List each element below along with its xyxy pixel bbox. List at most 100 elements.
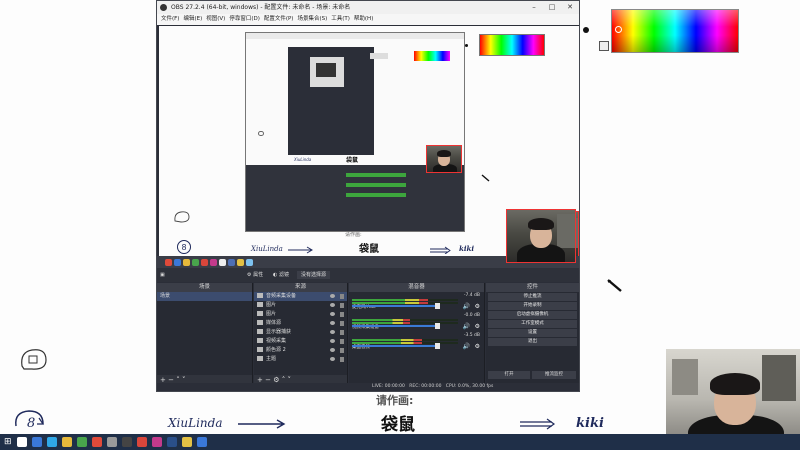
source-item[interactable]: 颜色源 2 bbox=[254, 346, 347, 355]
app-icon[interactable] bbox=[183, 258, 190, 266]
start-icon[interactable]: ⊞ bbox=[4, 437, 12, 447]
controls-dock: 控件 停止推流 开始录制 启动虚拟摄像机 工作室模式 设置 退出 打开 推流监控 bbox=[486, 283, 579, 385]
app-icon[interactable] bbox=[219, 258, 226, 266]
lock-icon bbox=[340, 321, 344, 326]
board-caption: 请作画: bbox=[376, 394, 414, 407]
scene-item[interactable]: 场景 bbox=[157, 292, 252, 301]
start-recording-button[interactable]: 开始录制 bbox=[488, 302, 577, 310]
rec-status: REC: 00:00:00 bbox=[409, 384, 442, 389]
menu-scene-collection[interactable]: 场景集合(S) bbox=[297, 14, 327, 25]
source-item[interactable]: 显示器捕获 bbox=[254, 328, 347, 337]
studio-mode-button[interactable]: 工作室模式 bbox=[488, 320, 577, 328]
speaker-icon[interactable]: 🔊 bbox=[463, 343, 470, 350]
taskbar: ⊞ bbox=[0, 434, 800, 450]
status-bar: LIVE: 00:00:00 REC: 00:00:00 CPU: 0.0%, … bbox=[157, 383, 579, 391]
app-icon[interactable] bbox=[196, 437, 207, 447]
virtual-camera-button[interactable]: 启动虚拟摄像机 bbox=[488, 311, 577, 319]
scenes-dock: 场景 场景 + − ˄ ˅ bbox=[157, 283, 253, 385]
source-item[interactable]: 视频采集 bbox=[254, 337, 347, 346]
close-icon[interactable]: ✕ bbox=[561, 1, 579, 14]
menu-tools[interactable]: 工具(T) bbox=[331, 14, 350, 25]
no-source-label: 没有选择源 bbox=[297, 271, 331, 279]
app-icon[interactable] bbox=[151, 437, 162, 447]
menu-help[interactable]: 帮助(H) bbox=[354, 14, 373, 25]
task-view-icon[interactable] bbox=[31, 437, 42, 447]
exit-button[interactable]: 退出 bbox=[488, 338, 577, 346]
cpu-status: CPU: 0.0%, 30.00 fps bbox=[445, 384, 494, 389]
app-icon[interactable] bbox=[181, 437, 192, 447]
obs-icon[interactable] bbox=[121, 437, 132, 447]
controls-header: 控件 bbox=[486, 283, 579, 292]
picker-handle[interactable] bbox=[615, 26, 622, 33]
volume-slider[interactable] bbox=[352, 303, 440, 309]
source-item[interactable]: 媒体源 bbox=[254, 319, 347, 328]
volume-slider[interactable] bbox=[352, 343, 440, 349]
lock-icon bbox=[340, 312, 344, 317]
title-bar[interactable]: OBS 27.2.4 (64-bit, windows) - 配置文件: 未命名… bbox=[157, 1, 579, 14]
edge-icon[interactable] bbox=[46, 437, 57, 447]
webcam-source[interactable] bbox=[506, 209, 576, 263]
image-icon bbox=[257, 302, 263, 307]
speaker-icon[interactable]: 🔊 bbox=[463, 323, 470, 330]
menu-file[interactable]: 文件(F) bbox=[161, 14, 179, 25]
menu-bar: 文件(F) 编辑(E) 视图(V) 停靠窗口(D) 配置文件(P) 场景集合(S… bbox=[157, 14, 579, 25]
source-item[interactable]: 图片 bbox=[254, 310, 347, 319]
app-icon[interactable] bbox=[228, 258, 235, 266]
volume-meter bbox=[352, 339, 458, 341]
color-picker[interactable] bbox=[611, 9, 739, 53]
filters-button[interactable]: ◐ 滤镜 bbox=[273, 268, 289, 282]
mixer-channel: 麦克风/Aux -7.4 dB 🔊 ⚙ bbox=[349, 292, 484, 312]
explorer-icon[interactable] bbox=[61, 437, 72, 447]
minimize-icon[interactable]: – bbox=[525, 1, 543, 14]
volume-slider[interactable] bbox=[352, 323, 440, 329]
app-icon[interactable] bbox=[246, 258, 253, 266]
volume-meter bbox=[352, 299, 458, 301]
lock-icon bbox=[340, 303, 344, 308]
live-status: LIVE: 00:00:00 bbox=[372, 384, 405, 389]
eye-icon bbox=[330, 312, 335, 316]
maximize-icon[interactable]: □ bbox=[543, 1, 561, 14]
gear-icon[interactable]: ⚙ bbox=[475, 323, 480, 330]
preview-title: 袋鼠 bbox=[359, 244, 379, 255]
source-item[interactable]: 音频采集设备 bbox=[254, 292, 347, 301]
gear-icon[interactable]: ⚙ bbox=[475, 303, 480, 310]
speaker-icon[interactable]: 🔊 bbox=[463, 303, 470, 310]
window-title: OBS 27.2.4 (64-bit, windows) - 配置文件: 未命名… bbox=[171, 4, 351, 11]
board-name-left: XiuLinda bbox=[168, 416, 223, 430]
preview-name-left: XiuLinda bbox=[251, 245, 283, 253]
eye-icon bbox=[330, 294, 335, 298]
source-item[interactable]: 主题 bbox=[254, 355, 347, 364]
gear-icon[interactable]: ⚙ bbox=[475, 343, 480, 350]
preview-arrow-icon bbox=[288, 246, 313, 254]
app-icon[interactable] bbox=[174, 258, 181, 266]
app-icon[interactable] bbox=[91, 437, 102, 447]
stream-monitor-button[interactable]: 推流监控 bbox=[532, 371, 576, 379]
chrome-icon[interactable] bbox=[76, 437, 87, 447]
menu-view[interactable]: 视图(V) bbox=[206, 14, 225, 25]
search-icon[interactable] bbox=[16, 437, 27, 447]
app-icon[interactable] bbox=[136, 437, 147, 447]
color-swatch-icon[interactable] bbox=[599, 41, 609, 51]
stream-button[interactable]: 打开 bbox=[488, 371, 530, 379]
app-icon[interactable] bbox=[192, 258, 199, 266]
source-item[interactable]: 图片 bbox=[254, 301, 347, 310]
app-icon[interactable] bbox=[201, 258, 208, 266]
eye-icon bbox=[330, 348, 335, 352]
menu-docks[interactable]: 停靠窗口(D) bbox=[229, 14, 260, 25]
eye-icon bbox=[330, 303, 335, 307]
source-toolbar: ▣ ⚙ 属性 ◐ 滤镜 没有选择源 bbox=[157, 268, 579, 282]
obs-window[interactable]: OBS 27.2.4 (64-bit, windows) - 配置文件: 未命名… bbox=[156, 0, 580, 392]
menu-edit[interactable]: 编辑(E) bbox=[183, 14, 202, 25]
settings-button[interactable]: 设置 bbox=[488, 329, 577, 337]
arrow-right-icon bbox=[238, 419, 286, 429]
properties-button[interactable]: ⚙ 属性 bbox=[247, 268, 263, 282]
menu-profile[interactable]: 配置文件(P) bbox=[264, 14, 294, 25]
app-icon[interactable] bbox=[165, 258, 172, 266]
app-icon[interactable] bbox=[106, 437, 117, 447]
steam-icon[interactable] bbox=[166, 437, 177, 447]
stop-streaming-button[interactable]: 停止推流 bbox=[488, 293, 577, 301]
mixer-dock: 混音器 麦克风/Aux -7.4 dB 🔊 ⚙ 视频采集设备 -0.0 dB 🔊… bbox=[349, 283, 485, 385]
app-icon[interactable] bbox=[210, 258, 217, 266]
preview-caption: 请作画: bbox=[345, 232, 362, 238]
app-icon[interactable] bbox=[237, 258, 244, 266]
